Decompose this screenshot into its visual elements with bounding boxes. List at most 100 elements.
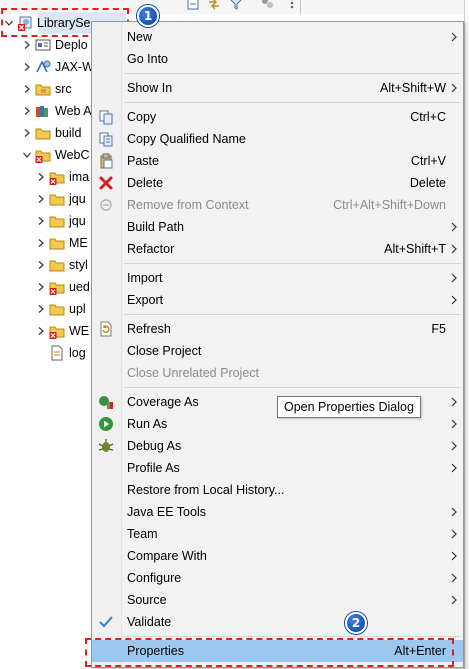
menu-item-label: Profile As (127, 461, 180, 475)
more-options-icon[interactable] (285, 0, 299, 11)
chevron-right-icon[interactable] (22, 84, 32, 94)
tree-item-label: jqu (69, 192, 86, 206)
filter-icon[interactable] (229, 0, 243, 11)
menu-item-refactor[interactable]: Refactor Alt+Shift+T (92, 238, 463, 260)
project-explorer-tree: Deplo JAX-W src Web A build WebC ima jqu jqu ME st… (0, 14, 95, 669)
submenu-arrow-icon (451, 507, 457, 517)
submenu-arrow-icon (451, 273, 457, 283)
chevron-right-icon[interactable] (36, 194, 46, 204)
menu-item-refresh[interactable]: Refresh F5 (92, 318, 463, 340)
tree-item-label: WE (69, 324, 90, 338)
step-badge-2: 2 (345, 612, 367, 634)
chevron-right-icon[interactable] (22, 128, 32, 138)
chevron-right-icon[interactable] (22, 62, 32, 72)
tree-item[interactable]: log (36, 342, 86, 364)
chevron-right-icon[interactable] (36, 260, 46, 270)
tree-item[interactable]: jqu (36, 188, 86, 210)
chevron-right-icon[interactable] (22, 40, 32, 50)
menu-item-label: Coverage As (127, 395, 199, 409)
menu-item-label: Run As (127, 417, 168, 431)
menu-item-export[interactable]: Export (92, 289, 463, 311)
menu-item-label: Refresh (127, 322, 171, 336)
menu-item-team[interactable]: Team (92, 523, 463, 545)
link-with-editor-icon[interactable] (207, 0, 221, 11)
submenu-arrow-icon (451, 222, 457, 232)
folder-icon (49, 194, 65, 206)
run-icon (99, 417, 113, 431)
tree-item[interactable]: WebC (22, 144, 90, 166)
menu-item-label: Restore from Local History... (127, 483, 285, 497)
menu-item-show-in[interactable]: Show In Alt+Shift+W (92, 77, 463, 99)
menu-item-label: Close Unrelated Project (127, 366, 260, 380)
menu-item-import[interactable]: Import (92, 267, 463, 289)
menu-item-label: Team (127, 527, 158, 541)
tree-item-label: ME (69, 236, 88, 250)
submenu-arrow-icon (451, 83, 457, 93)
menu-item-new[interactable]: New (92, 26, 463, 48)
menu-item-java-ee-tools[interactable]: Java EE Tools (92, 501, 463, 523)
web-app-libraries-icon (36, 106, 48, 117)
tree-item[interactable]: ME (36, 232, 88, 254)
menu-item-label: Configure (127, 571, 182, 585)
menu-item-source[interactable]: Source (92, 589, 463, 611)
menu-item-close-project[interactable]: Close Project (92, 340, 463, 362)
menu-item-label: Build Path (127, 220, 184, 234)
remove-from-context-icon (100, 199, 112, 211)
menu-item-compare-with[interactable]: Compare With (92, 545, 463, 567)
menu-item-restore-from-local-history[interactable]: Restore from Local History... (92, 479, 463, 501)
menu-item-copy[interactable]: Copy Ctrl+C (92, 106, 463, 128)
chevron-right-icon[interactable] (36, 304, 46, 314)
menu-item-paste[interactable]: Paste Ctrl+V (92, 150, 463, 172)
chevron-right-icon[interactable] (36, 216, 46, 226)
paste-icon (100, 153, 113, 169)
menu-item-remove-from-context[interactable]: Remove from Context Ctrl+Alt+Shift+Down (92, 194, 463, 216)
menu-item-debug-as[interactable]: Debug As (92, 435, 463, 457)
tree-item[interactable]: styl (36, 254, 88, 276)
menu-item-label: Show In (127, 81, 173, 95)
tree-item[interactable]: Deplo (22, 34, 88, 56)
menu-item-build-path[interactable]: Build Path (92, 216, 463, 238)
menu-item-label: Import (127, 271, 163, 285)
tree-root-project[interactable]: LibrarySe… (4, 12, 103, 34)
chevron-down-icon[interactable] (4, 18, 14, 28)
tree-item[interactable]: jqu (36, 210, 86, 232)
submenu-arrow-icon (451, 573, 457, 583)
tree-item[interactable]: JAX-W (22, 56, 94, 78)
tree-item-label: JAX-W (55, 60, 94, 74)
menu-item-delete[interactable]: Delete Delete (92, 172, 463, 194)
tree-item[interactable]: src (22, 78, 72, 100)
chevron-right-icon[interactable] (22, 106, 32, 116)
tree-item[interactable]: ima (36, 166, 89, 188)
menu-item-label: New (127, 30, 153, 44)
tree-item-label: WebC (55, 148, 90, 162)
tree-item[interactable]: WE (36, 320, 89, 342)
debug-icon (98, 439, 114, 452)
chevron-down-icon[interactable] (22, 150, 32, 160)
menu-item-validate[interactable]: Validate (92, 611, 463, 633)
folder-icon (49, 238, 65, 250)
chevron-right-icon[interactable] (36, 238, 46, 248)
tree-item[interactable]: ued (36, 276, 90, 298)
tree-item[interactable]: upl (36, 298, 86, 320)
menu-item-close-unrelated-project[interactable]: Close Unrelated Project (92, 362, 463, 384)
menu-item-go-into[interactable]: Go Into (92, 48, 463, 70)
tree-item[interactable]: Web A (22, 100, 92, 122)
chevron-right-icon[interactable] (36, 172, 46, 182)
tree-item[interactable]: build (22, 122, 81, 144)
menu-item-profile-as[interactable]: Profile As (92, 457, 463, 479)
submenu-arrow-icon (451, 295, 457, 305)
view-menu-icon[interactable] (261, 0, 275, 11)
menu-item-configure[interactable]: Configure (92, 567, 463, 589)
context-menu: New Go Into Show In Alt+Shift+W Copy Ctrl+C Co… (91, 21, 464, 668)
folder-icon (49, 260, 65, 272)
menu-separator (124, 636, 461, 637)
menu-item-label: Copy Qualified Name (127, 132, 246, 146)
chevron-right-icon[interactable] (36, 326, 46, 336)
editor-edge (464, 0, 469, 669)
refresh-icon (100, 321, 112, 337)
menu-item-label: Go Into (127, 52, 168, 66)
menu-item-label: Paste (127, 154, 159, 168)
collapse-all-icon[interactable] (186, 0, 200, 11)
chevron-right-icon[interactable] (36, 282, 46, 292)
menu-item-copy-qualified-name[interactable]: Copy Qualified Name (92, 128, 463, 150)
